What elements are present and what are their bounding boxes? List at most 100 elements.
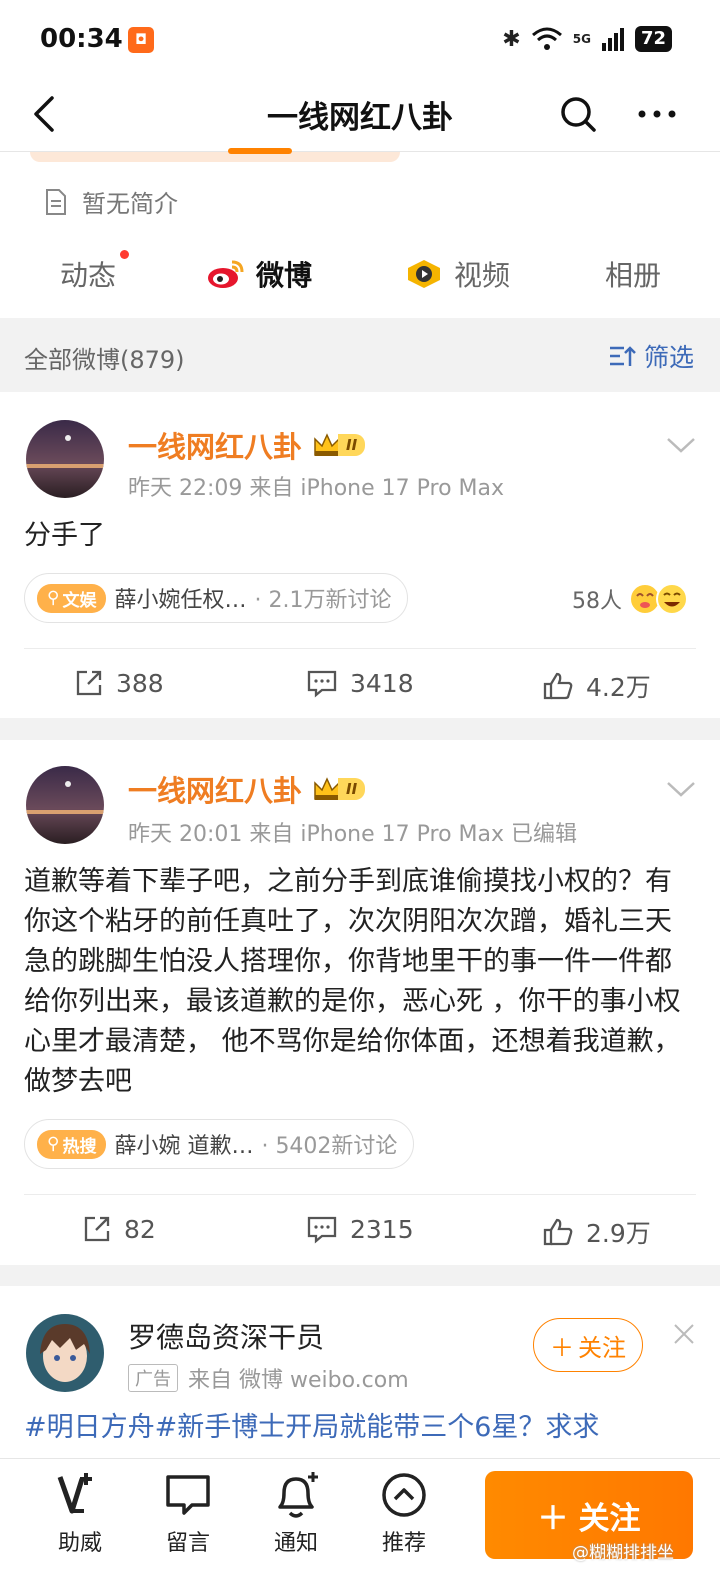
topic-badge-label: 文娱 xyxy=(62,590,97,611)
author-name-text: 一线网红八卦 xyxy=(128,430,303,464)
recommend-button[interactable]: 推荐 xyxy=(364,1471,444,1557)
tab-label: 视频 xyxy=(454,259,511,292)
network-label: 5G xyxy=(572,32,591,46)
ad-text: #明日方舟#新手博士开局就能带三个6星？求求 xyxy=(24,1408,692,1448)
intro-text: 暂无简介 xyxy=(82,190,178,218)
post-card[interactable]: 一线网红八卦 II 昨天 20:01 来自 iPhone 17 Pro Max … xyxy=(0,740,720,1265)
cheer-label: 助威 xyxy=(57,1531,102,1556)
clock: 00:34 xyxy=(40,24,123,54)
reactors[interactable]: 58人 xyxy=(572,582,690,616)
tab-video[interactable]: 视频 xyxy=(404,254,510,294)
scrolled-content-peek xyxy=(30,152,400,162)
repost-button[interactable]: 388 xyxy=(74,668,164,698)
notify-label: 通知 xyxy=(273,1531,318,1556)
author-name[interactable]: 一线网红八卦 II xyxy=(128,768,366,810)
vip-badge: II xyxy=(312,775,366,803)
message-label: 留言 xyxy=(165,1531,210,1556)
vip-level: II xyxy=(338,778,366,800)
message-icon xyxy=(166,1475,210,1515)
filter-label: 筛选 xyxy=(643,343,694,372)
topic-badge-label: 热搜 xyxy=(62,1136,97,1157)
battery-indicator: 72 xyxy=(634,26,672,52)
topic-chip[interactable]: ⚲ 热搜 薛小婉 道歉… · 5402新讨论 xyxy=(24,1119,415,1169)
app-notification-icon: ◘ xyxy=(128,27,154,53)
thumbs-up-icon xyxy=(543,672,573,700)
post-card[interactable]: 一线网红八卦 II 昨天 22:09 来自 iPhone 17 Pro Max … xyxy=(0,392,720,718)
repost-button[interactable]: 82 xyxy=(82,1214,156,1244)
filter-icon xyxy=(609,346,636,366)
cheer-v-icon xyxy=(57,1473,92,1514)
plus-icon: ＋ xyxy=(550,1333,574,1362)
plus-icon: ＋ xyxy=(537,1500,569,1537)
recommend-label: 推荐 xyxy=(381,1531,426,1556)
like-button[interactable]: 2.9万 xyxy=(542,1214,651,1250)
search-icon: ⚲ xyxy=(47,1134,60,1154)
recommend-icon xyxy=(382,1473,426,1517)
avatar[interactable] xyxy=(26,420,104,498)
more-icon[interactable] xyxy=(632,88,682,140)
message-button[interactable]: 留言 xyxy=(148,1471,228,1557)
profile-intro: 暂无简介 xyxy=(44,184,178,219)
watermark: @糊糊排排坐 xyxy=(572,1543,674,1563)
like-count: 2.9万 xyxy=(586,1219,651,1248)
profile-header: 暂无简介 动态 微博 视频 相册 xyxy=(0,152,720,318)
document-icon xyxy=(46,188,66,215)
chevron-down-icon[interactable] xyxy=(664,432,698,458)
like-button[interactable]: 4.2万 xyxy=(542,668,651,704)
ad-card[interactable]: 罗德岛资深干员 广告 来自 微博 weibo.com #明日方舟#新手博士开局就… xyxy=(0,1286,720,1458)
chevron-down-icon[interactable] xyxy=(664,776,698,802)
video-icon xyxy=(408,260,440,288)
comment-icon xyxy=(307,670,337,698)
like-count: 4.2万 xyxy=(586,673,651,702)
status-icons: ✱ 5G 72 xyxy=(502,26,672,52)
signal-icon xyxy=(601,28,624,51)
bell-icon xyxy=(278,1472,318,1518)
post-count-label: 全部微博(879) xyxy=(24,346,185,374)
tab-label: 微博 xyxy=(256,259,313,292)
topic-count: · 5402新讨论 xyxy=(261,1134,398,1159)
avatar[interactable] xyxy=(26,1314,104,1392)
close-icon[interactable] xyxy=(672,1322,696,1346)
bluetooth-icon: ✱ xyxy=(502,26,521,52)
search-icon[interactable] xyxy=(556,88,600,140)
comment-button[interactable]: 3418 xyxy=(306,668,414,698)
topic-badge: ⚲ 热搜 xyxy=(37,1129,107,1159)
comment-button[interactable]: 2315 xyxy=(306,1214,414,1244)
repost-count: 388 xyxy=(116,668,164,698)
divider xyxy=(24,1194,696,1195)
emoji-reactions-icon xyxy=(629,583,688,615)
ad-follow-button[interactable]: ＋ 关注 xyxy=(533,1318,643,1372)
post-text: 道歉等着下辈子吧，之前分手到底谁偷摸找小权的？有你这个粘牙的前任真吐了，次次阴阳… xyxy=(24,866,681,1097)
share-icon xyxy=(76,670,102,696)
profile-tabs: 动态 微博 视频 相册 xyxy=(0,248,720,318)
post-meta: 昨天 20:01 来自 iPhone 17 Pro Max 已编辑 xyxy=(128,822,577,847)
ad-author-name[interactable]: 罗德岛资深干员 xyxy=(128,1316,324,1356)
tab-label: 动态 xyxy=(60,259,117,292)
topic-count: · 2.1万新讨论 xyxy=(254,588,392,613)
topic-text: 薛小婉 道歉… xyxy=(114,1134,254,1159)
topic-badge: ⚲ 文娱 xyxy=(37,583,107,613)
active-tab-indicator xyxy=(228,148,292,154)
avatar[interactable] xyxy=(26,766,104,844)
search-icon: ⚲ xyxy=(47,588,60,608)
thumbs-up-icon xyxy=(543,1218,573,1246)
notify-button[interactable]: 通知 xyxy=(256,1471,336,1557)
reactors-count: 58人 xyxy=(572,589,622,614)
tab-weibo[interactable]: 微博 xyxy=(206,254,312,294)
tab-dynamics[interactable]: 动态 xyxy=(60,254,116,294)
follow-label: 关注 xyxy=(578,1500,641,1537)
filter-button[interactable]: 筛选 xyxy=(608,338,694,374)
ad-source: 来自 微博 weibo.com xyxy=(188,1368,409,1393)
vip-badge: II xyxy=(312,431,366,459)
weibo-logo-icon xyxy=(208,260,244,288)
author-name[interactable]: 一线网红八卦 II xyxy=(128,424,366,466)
cheer-button[interactable]: 助威 xyxy=(40,1471,120,1557)
author-name-text: 一线网红八卦 xyxy=(128,774,303,808)
page-title: 一线网红八卦 xyxy=(267,100,453,136)
topic-chip[interactable]: ⚲ 文娱 薛小婉任权… · 2.1万新讨论 xyxy=(24,573,409,623)
topic-text: 薛小婉任权… xyxy=(114,588,247,613)
tab-album[interactable]: 相册 xyxy=(605,254,661,294)
filter-bar: 全部微博(879) 筛选 xyxy=(0,318,720,392)
repost-count: 82 xyxy=(124,1214,156,1244)
vip-level: II xyxy=(338,434,366,456)
